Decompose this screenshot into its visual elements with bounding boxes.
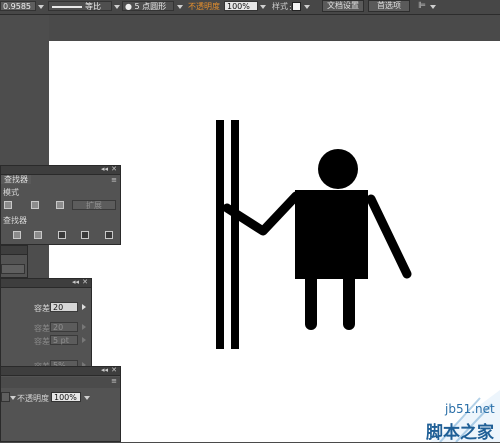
opacity-field[interactable]: 100% [224,1,258,11]
trim-icon[interactable] [34,231,42,239]
pole-right[interactable] [231,120,239,349]
chevron-down-icon[interactable] [38,5,44,9]
blend-mode-select[interactable] [1,392,10,402]
collapsed-panel [0,245,28,278]
close-icon[interactable]: ✕ [111,165,117,173]
panel-header[interactable]: ◂◂ ✕ [1,366,120,376]
pathfinder-panel: ◂◂ ✕ 查找器 ≡ 模式 扩展 查找器 [0,165,121,245]
brush-definition-select[interactable]: ● 5 点圆形 [122,1,174,11]
unite-icon[interactable] [4,201,12,209]
watermark-brand: 脚本之家 [426,423,494,443]
crop-icon[interactable] [81,231,89,239]
pathfinders-label: 查找器 [3,216,27,225]
watermark-site: jb51.net [445,402,495,416]
tolerance-label: 容差 [34,337,50,346]
chevron-down-icon[interactable] [10,396,16,400]
transparency-panel: ◂◂ ✕ ≡ 不透明度 100% [0,366,121,442]
panel-header[interactable]: ◂◂ ✕ [1,165,120,175]
chevron-down-icon[interactable] [304,5,310,9]
watermark: jb51.net 脚本之家 [360,390,500,443]
panel-menu-icon[interactable]: ≡ [111,176,117,184]
expand-button[interactable]: 扩展 [72,200,116,210]
outline-icon[interactable] [105,231,113,239]
close-icon[interactable]: ✕ [82,278,88,286]
control-bar: 0.9585 等比 ● 5 点圆形 不透明度 100% 样式 : 文档设置 首选… [0,0,500,15]
panel-header[interactable] [1,246,27,255]
tolerance-field[interactable]: 20 [50,302,78,312]
chevron-down-icon[interactable] [114,5,120,9]
close-icon[interactable]: ✕ [111,366,117,374]
chevron-down-icon[interactable] [177,5,183,9]
dot-icon: ● [125,2,132,11]
merge-icon[interactable] [58,231,66,239]
chevron-down-icon[interactable] [430,5,436,9]
tolerance-field[interactable]: 5 pt [50,335,78,345]
intersect-icon[interactable] [56,201,64,209]
pole-left[interactable] [216,120,224,349]
tolerance-label: 容差 [34,304,50,313]
collapse-icon[interactable]: ◂◂ [101,165,108,173]
shape-modes-label: 模式 [3,188,19,197]
minus-front-icon[interactable] [31,201,39,209]
divide-icon[interactable] [13,231,21,239]
figure-body[interactable] [295,190,368,279]
tolerance-label: 容差 [34,324,50,333]
arrange-icon[interactable]: ⊫ [418,1,426,11]
arrow-right-icon[interactable] [82,337,86,343]
brush-label: 5 点圆形 [134,2,167,11]
style-label: 样式 [272,2,288,11]
collapse-icon[interactable]: ◂◂ [101,366,108,374]
stroke-line-icon [52,6,82,8]
arrow-right-icon[interactable] [82,324,86,330]
stroke-profile-label: 等比 [85,2,101,11]
panel-menu-icon[interactable]: ≡ [111,377,117,385]
figure-right-arm[interactable] [366,194,412,279]
opacity-label: 不透明度 [17,394,49,403]
preferences-button[interactable]: 首选项 [368,0,410,12]
opacity-field[interactable]: 100% [51,392,81,402]
arrow-right-icon[interactable] [82,304,86,310]
collapse-icon[interactable]: ◂◂ [72,278,79,286]
panel-select[interactable] [1,264,25,274]
panel-header[interactable]: ◂◂ ✕ [1,278,91,288]
opacity-link[interactable]: 不透明度 [188,1,220,12]
tab-pathfinder[interactable]: 查找器 [1,175,31,184]
panel-tabbar [1,377,120,388]
tolerance-panel: ◂◂ ✕ 容差 20 容差 20 容差 5 pt 容差 5% [0,278,92,374]
stroke-profile-select[interactable]: 等比 [48,1,112,11]
chevron-down-icon[interactable] [260,5,266,9]
tolerance-field[interactable]: 20 [50,322,78,332]
style-swatch[interactable] [292,2,301,11]
document-setup-button[interactable]: 文档设置 [322,0,364,12]
chevron-down-icon[interactable] [84,396,90,400]
stroke-weight-field[interactable]: 0.9585 [0,1,36,11]
figure-head[interactable] [318,149,358,189]
